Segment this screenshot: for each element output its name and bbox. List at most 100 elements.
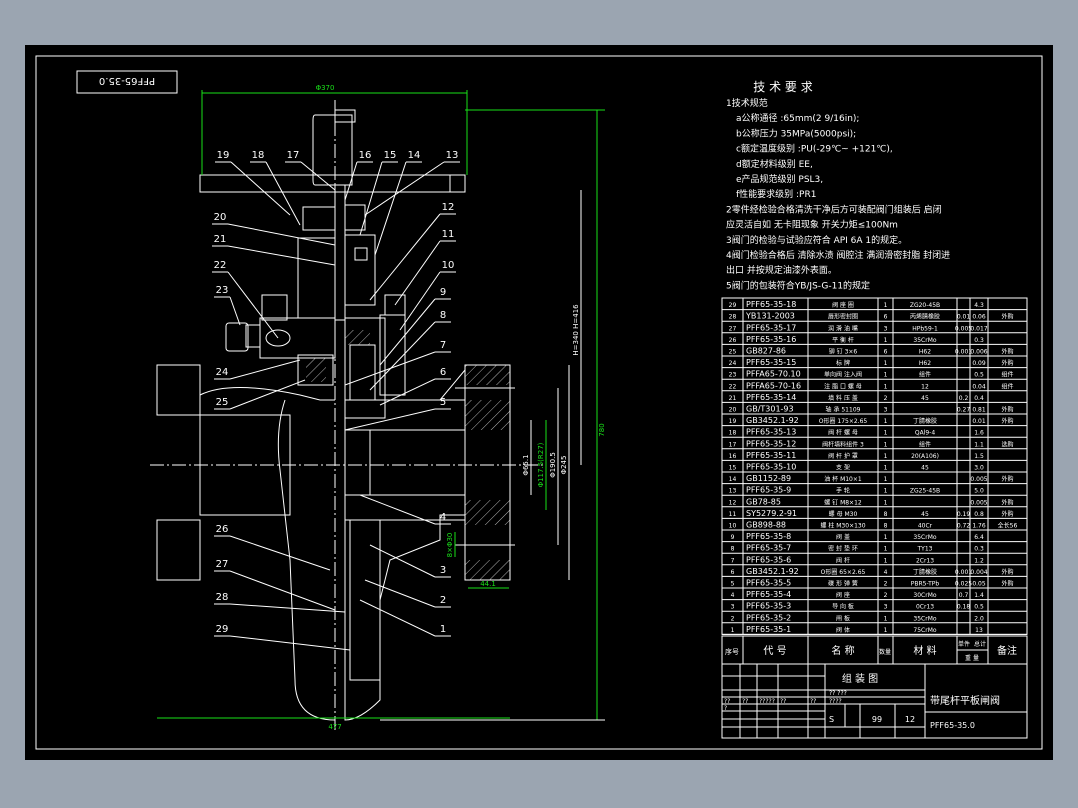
part-material: 35CrMo [913,337,936,344]
part-total-weight: 0.5 [974,604,984,611]
part-material: 组件 [919,440,931,448]
part-total-weight: 0.005 [970,499,987,506]
part-material: 0Cr13 [916,604,934,611]
part-seq: 6 [731,569,735,576]
part-code: PFF65-35-2 [746,613,791,622]
part-seq: 24 [729,360,737,367]
part-unit-weight: 0.27 [957,407,971,414]
part-note: 全长56 [998,522,1018,530]
part-note: 外购 [1001,348,1013,356]
part-qty: 3 [884,325,888,332]
part-qty: 2 [884,592,888,599]
part-qty: 1 [884,534,888,541]
part-balloon: 22 [214,260,227,271]
header-unit-weight: 单件 [958,640,970,648]
part-balloon: 21 [214,234,227,245]
part-total-weight: 5.0 [974,488,984,495]
part-material: 20(A106) [911,453,939,460]
part-balloon: 20 [214,212,227,223]
part-name: 铆 钉 3×6 [829,348,858,356]
part-balloon: 29 [216,624,229,635]
requirement-line: e产品规范级别 PSL3, [736,173,823,185]
part-unit-weight: 0.7 [959,592,969,599]
part-qty: 3 [884,604,888,611]
part-seq: 1 [731,627,735,634]
part-qty: 6 [884,314,888,321]
part-total-weight: 0.4 [974,395,984,402]
part-balloon: 13 [446,150,459,161]
part-material: ZG25-45B [910,488,940,495]
part-seq: 16 [729,453,737,460]
part-qty: 1 [884,453,888,460]
part-material: 75CrMo [913,627,936,634]
part-seq: 7 [731,557,735,564]
part-code: PFF65-35-4 [746,590,791,599]
part-material: 40Cr [918,523,933,530]
part-qty: 1 [884,546,888,553]
part-name: 阀 杆 [836,556,850,564]
part-note: 外购 [1001,510,1013,518]
part-qty: 2 [884,581,888,588]
part-material: 45 [921,511,929,518]
part-code: PFF65-35-10 [746,463,796,472]
header-total-weight: 总计 [974,640,986,648]
part-material: 12 [921,383,929,390]
part-material: QAl9-4 [915,430,935,437]
part-balloon: 25 [216,397,229,408]
part-total-weight: 1.2 [974,557,984,564]
part-total-weight: 13 [975,627,983,634]
part-material: 45 [921,465,929,472]
part-total-weight: 0.017 [970,325,987,332]
part-qty: 1 [884,337,888,344]
part-total-weight: 1.6 [974,430,984,437]
part-name: 阀 座 [836,591,850,599]
title-placeholder: ?? [724,698,730,705]
title-placeholder: ?? [780,698,786,705]
part-balloon: 15 [384,150,397,161]
part-material: 35CrMo [913,534,936,541]
part-seq: 21 [729,395,737,402]
dim-seal-dia: Φ117.5(R27) [537,442,545,487]
part-code: PFF65-35-14 [746,393,796,402]
part-code: PFF65-35-8 [746,532,791,541]
part-total-weight: 0.05 [972,581,986,588]
part-balloon: 14 [408,150,421,161]
part-code: PFF65-35-18 [746,300,796,309]
part-balloon: 5 [440,397,446,408]
part-seq: 27 [729,325,737,332]
part-qty: 1 [884,360,888,367]
requirement-line: c额定温度级别 :PU(-29℃~ +121℃), [736,143,893,155]
part-total-weight: 1.4 [974,592,984,599]
dim-flange-thk: 44.1 [480,580,496,588]
part-note: 外购 [1001,406,1013,414]
part-qty: 1 [884,488,888,495]
part-seq: 15 [729,465,737,472]
dim-bore: Φ65.1 [522,454,530,475]
part-name: 唇形密封圈 [828,313,858,321]
title-placeholder: ???? [829,698,842,705]
part-name: 阀 盖 [836,533,850,541]
part-name: 注 脂 口 螺 母 [824,382,862,390]
part-total-weight: 0.3 [974,337,984,344]
part-material: HPb59-1 [912,325,938,332]
part-total-weight: 0.09 [972,360,986,367]
part-note: 选购 [1001,440,1013,448]
stage: S [829,715,834,724]
requirement-line: 3阀门的检验与试验应符合 API 6A 1的规定。 [726,234,907,246]
part-material: H62 [919,360,931,367]
part-total-weight: 1.76 [972,523,986,530]
dim-overall-height: 780 [598,423,606,436]
requirement-line: d额定材料级别 EE, [736,158,813,170]
part-code: YB131-2003 [745,312,795,321]
part-name: 导 向 板 [832,603,854,611]
part-code: PFF65-35-5 [746,579,791,588]
part-code: PFFA65-70.10 [746,370,801,379]
part-material: 丁腈橡胶 [913,417,937,425]
part-total-weight: 0.005 [970,476,987,483]
drawing-type: 组 装 图 [842,672,878,685]
part-qty: 6 [884,349,888,356]
part-code: PFF65-35-15 [746,358,796,367]
dim-bolt-circle: Φ190.5 [549,452,557,478]
part-total-weight: 0.5 [974,372,984,379]
part-balloon: 24 [216,367,229,378]
